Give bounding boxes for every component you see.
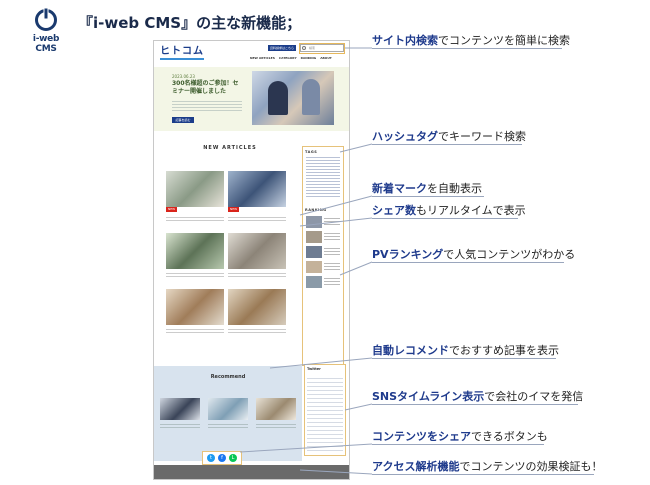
nav-item-new-articles[interactable]: NEW ARTICLES (250, 56, 275, 60)
ranking-text (324, 231, 340, 241)
twitter-timeline[interactable]: Twitter (304, 364, 346, 456)
share-buttons: t f L (202, 451, 242, 465)
callout-underline (372, 144, 522, 145)
recommend-section: Recommend (154, 366, 302, 461)
site-mockup: ヒトコム 資料請求はこちら 検索 NEW ARTICLES CATEGORY R… (153, 40, 350, 480)
new-articles-section: NEW ARTICLES NEW NEW (162, 145, 298, 388)
tags-heading: TAGS (305, 150, 318, 154)
article-text (166, 215, 224, 223)
hero-read-button[interactable]: 記事を読む (172, 117, 194, 123)
new-badge: NEW (228, 207, 240, 212)
site-logo[interactable]: ヒトコム (160, 46, 204, 60)
article-text (228, 271, 286, 279)
article-thumbnail (228, 171, 286, 207)
callout-recommend: 自動レコメンドでおすすめ記事を表示 (372, 344, 559, 357)
callout-pv-ranking: PVランキングで人気コンテンツがわかる (372, 248, 576, 261)
recommend-text (256, 422, 296, 430)
nav-item-ranking[interactable]: RANKING (301, 56, 317, 60)
recommend-text (208, 422, 248, 430)
line-share-icon[interactable]: L (229, 454, 237, 462)
hero-banner[interactable]: 2023.06.23 300名様超のご参加！セミナー開催しました 記事を読む (154, 67, 349, 131)
callout-underline (372, 444, 544, 445)
callout-underline (372, 262, 564, 263)
recommend-card[interactable] (208, 398, 248, 430)
article-text (166, 271, 224, 279)
callout-new-mark: 新着マークを自動表示 (372, 182, 482, 195)
ranking-text (324, 276, 340, 286)
ranking-item[interactable] (306, 231, 340, 243)
recommend-thumbnail (256, 398, 296, 420)
ranking-item[interactable] (306, 276, 340, 288)
nav-item-category[interactable]: CATEGORY (279, 56, 297, 60)
ranking-item[interactable] (306, 246, 340, 258)
ranking-text (324, 261, 340, 271)
nav-item-about[interactable]: ABOUT (320, 56, 332, 60)
recommend-heading: Recommend (210, 374, 246, 380)
callout-hashtag: ハッシュタグでキーワード検索 (372, 130, 526, 143)
ranking-text (324, 246, 340, 256)
callout-share-button: コンテンツをシェアできるボタンも (372, 430, 548, 443)
recommend-thumbnail (160, 398, 200, 420)
article-card[interactable]: NEW (228, 171, 286, 223)
hero-photo (252, 71, 334, 125)
recommend-card[interactable] (160, 398, 200, 430)
page-title: 『i-web CMS』の主な新機能； (78, 14, 302, 32)
new-badge: NEW (166, 207, 178, 212)
article-thumbnail (228, 233, 286, 269)
ranking-item[interactable] (306, 216, 340, 228)
twitter-heading: Twitter (307, 367, 321, 371)
article-card[interactable]: NEW (166, 171, 224, 223)
ranking-thumbnail (306, 261, 322, 273)
callout-underline (372, 48, 562, 49)
callout-analytics: アクセス解析機能でコンテンツの効果検証も！ (372, 460, 603, 473)
article-card[interactable] (166, 289, 224, 335)
logo-text: i-web CMS (32, 34, 60, 54)
site-footer (154, 465, 349, 479)
callout-underline (372, 358, 556, 359)
ranking-heading: RANKING (305, 208, 327, 212)
article-text (228, 215, 286, 223)
callout-sns-timeline: SNSタイムライン表示で会社のイマを発信 (372, 390, 584, 403)
hero-text (172, 99, 242, 113)
ranking-item[interactable] (306, 261, 340, 273)
recommend-card[interactable] (256, 398, 296, 430)
twitter-feed (307, 375, 343, 453)
article-thumbnail (166, 289, 224, 325)
new-articles-heading: NEW ARTICLES (203, 145, 257, 151)
ranking-thumbnail (306, 231, 322, 243)
hashtag-list[interactable] (306, 155, 340, 199)
sidebar: TAGS RANKING (302, 146, 344, 366)
site-nav: NEW ARTICLES CATEGORY RANKING ABOUT (250, 56, 332, 60)
article-card[interactable] (228, 233, 286, 279)
article-thumbnail (166, 171, 224, 207)
article-thumbnail (166, 233, 224, 269)
callout-site-search: サイト内検索でコンテンツを簡単に検索 (372, 34, 570, 47)
recommend-text (160, 422, 200, 430)
callout-underline (372, 218, 518, 219)
callout-share-count: シェア数もリアルタイムで表示 (372, 204, 526, 217)
ranking-thumbnail (306, 276, 322, 288)
article-card[interactable] (166, 233, 224, 279)
callout-underline (372, 474, 594, 475)
search-highlight-box (299, 43, 345, 54)
recommend-thumbnail (208, 398, 248, 420)
article-card[interactable] (228, 289, 286, 335)
callout-underline (372, 404, 578, 405)
hero-title: 300名様超のご参加！セミナー開催しました (172, 80, 239, 95)
article-text (228, 327, 286, 335)
iweb-logo: i-web CMS (22, 6, 70, 54)
request-button[interactable]: 資料請求はこちら (268, 45, 296, 51)
callout-underline (372, 196, 484, 197)
article-thumbnail (228, 289, 286, 325)
ranking-thumbnail (306, 246, 322, 258)
facebook-share-icon[interactable]: f (218, 454, 226, 462)
twitter-share-icon[interactable]: t (207, 454, 215, 462)
hero-date: 2023.06.23 (172, 74, 195, 79)
ranking-thumbnail (306, 216, 322, 228)
article-text (166, 327, 224, 335)
ranking-text (324, 216, 340, 226)
power-icon (35, 7, 57, 31)
